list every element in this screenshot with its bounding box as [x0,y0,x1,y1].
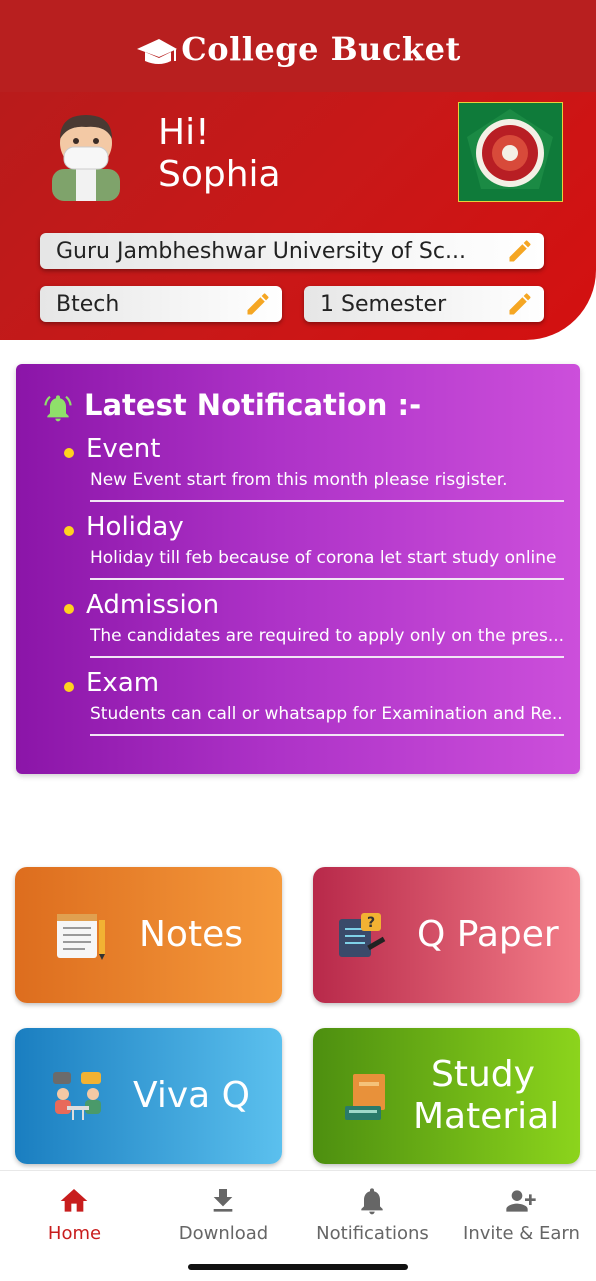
university-value: Guru Jambheshwar University of Sc... [56,239,466,264]
course-value: Btech [56,292,120,317]
university-seal-icon [467,109,553,189]
greeting-hi: Hi! [158,112,210,153]
home-indicator [188,1264,408,1270]
semester-value: 1 Semester [320,292,447,317]
notification-title: Holiday [86,512,184,542]
notification-title: Event [86,434,161,464]
viva-q-label: Viva Q [133,1075,250,1116]
study-label-line1: Study [431,1054,535,1095]
notification-desc: New Event start from this month please r… [90,470,508,490]
notification-title: Exam [86,668,160,698]
divider [90,734,564,736]
bullet-dot [64,682,74,692]
study-label-line2: Material [413,1096,560,1137]
semester-field[interactable]: 1 Semester [304,286,544,322]
bullet-dot [64,448,74,458]
viva-discussion-icon [53,1072,101,1120]
student-avatar[interactable] [46,105,126,201]
svg-text:?: ? [367,915,375,931]
books-icon [345,1074,385,1120]
question-paper-icon: ? [339,913,386,957]
latest-notification-card: Latest Notification :- Event New Event s… [16,364,580,774]
edit-pencil-icon[interactable] [506,290,534,318]
nav-invite-earn-label: Invite & Earn [463,1223,580,1244]
nav-download[interactable]: Download [149,1171,298,1261]
app-title: College Bucket [181,30,461,68]
nav-notifications-label: Notifications [316,1223,429,1244]
bell-ring-icon [44,395,72,422]
notes-tile[interactable]: Notes [15,867,282,1003]
nav-download-label: Download [178,1223,269,1244]
university-logo[interactable] [458,102,563,202]
user-name: Sophia [158,154,281,195]
bullet-dot [64,604,74,614]
notepad-icon [57,914,105,960]
graduation-cap-icon [137,38,178,64]
viva-q-tile[interactable]: Viva Q [15,1028,282,1164]
notification-title: Admission [86,590,220,620]
nav-notifications[interactable]: Notifications [298,1171,447,1261]
app-logo: College Bucket [0,30,596,68]
divider [90,656,564,658]
app-bar: College Bucket [0,0,596,92]
notification-heading: Latest Notification :- [84,388,422,422]
q-paper-tile[interactable]: ? Q Paper [313,867,580,1003]
q-paper-label: Q Paper [417,914,559,955]
nav-home[interactable]: Home [0,1171,149,1261]
profile-header: College Bucket Hi! Sophia Guru Jambheshw… [0,0,596,340]
home-icon [60,1189,88,1212]
notification-desc: Holiday till feb because of corona let s… [90,548,557,568]
notification-desc: The candidates are required to apply onl… [90,626,564,646]
add-person-icon [506,1190,536,1212]
greeting: Hi! Sophia [158,112,281,196]
divider [90,500,564,502]
nav-invite-earn[interactable]: Invite & Earn [447,1171,596,1261]
notes-label: Notes [139,914,243,955]
edit-pencil-icon[interactable] [244,290,272,318]
nav-home-label: Home [47,1223,102,1244]
study-material-label: Study Material [413,1054,560,1138]
bullet-dot [64,526,74,536]
bell-icon [361,1188,383,1215]
course-field[interactable]: Btech [40,286,282,322]
study-material-tile[interactable]: Study Material [313,1028,580,1164]
edit-pencil-icon[interactable] [506,237,534,265]
notification-desc: Students can call or whatsapp for Examin… [90,704,564,724]
download-icon [213,1189,233,1212]
university-field[interactable]: Guru Jambheshwar University of Sc... [40,233,544,269]
divider [90,578,564,580]
